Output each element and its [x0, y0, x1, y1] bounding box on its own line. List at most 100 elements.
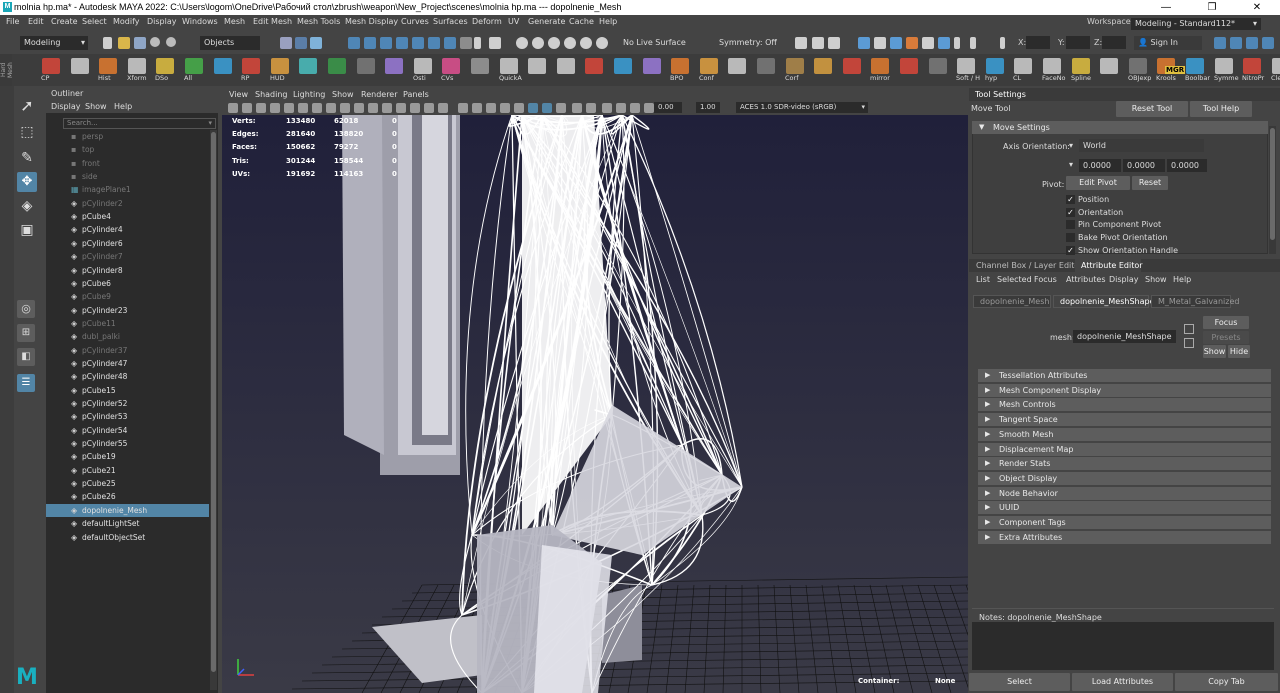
move-settings-header[interactable]: ▼ Move Settings [972, 121, 1268, 134]
live-surface-field[interactable]: No Live Surface [619, 36, 703, 50]
show-button[interactable]: Show [1203, 345, 1226, 358]
input-ops-icon[interactable] [795, 37, 807, 49]
menu-mesh[interactable]: Mesh [224, 17, 245, 26]
viewport-menu-renderer[interactable]: Renderer [361, 90, 398, 99]
shelf-tool-icon[interactable] [185, 58, 203, 74]
open-scene-icon[interactable] [118, 37, 130, 49]
outliner-item[interactable]: ◈ pCylinder47 [46, 357, 209, 370]
ae-section-header[interactable]: ▶ Tangent Space [978, 413, 1271, 427]
viewport-menu-show[interactable]: Show [332, 90, 354, 99]
shelf-tool-icon[interactable] [500, 58, 518, 74]
shelf-tool-icon[interactable] [271, 58, 289, 74]
mesh-name-field[interactable]: dopolnenie_MeshShape [1073, 330, 1176, 343]
outliner-item[interactable]: ◈ pCube21 [46, 464, 209, 477]
ae-menu-item[interactable]: Focus [1034, 275, 1057, 284]
outliner-scrollbar[interactable] [210, 130, 217, 690]
shelf-tool-icon[interactable] [299, 58, 317, 74]
outliner-item[interactable]: ◈ pCylinder54 [46, 424, 209, 437]
menu-file[interactable]: File [6, 17, 19, 26]
ae-section-header[interactable]: ▶ Mesh Component Display [978, 383, 1271, 397]
x-field[interactable] [1026, 36, 1050, 49]
viewport-tool-icon[interactable] [312, 103, 322, 113]
outliner-item[interactable]: ◈ pCylinder23 [46, 304, 209, 317]
shelf-tool-icon[interactable] [1215, 58, 1233, 74]
viewport-tool-icon[interactable] [256, 103, 266, 113]
snap-surface-icon[interactable] [412, 37, 424, 49]
outliner-item[interactable]: ◈ pCylinder4 [46, 223, 209, 236]
snap-point-icon[interactable] [380, 37, 392, 49]
shelf-tool-icon[interactable] [585, 58, 603, 74]
outliner-item[interactable]: ▪ persp [46, 130, 209, 143]
viewport-tool-icon[interactable] [326, 103, 336, 113]
viewport-tool-icon[interactable] [284, 103, 294, 113]
menu-cache[interactable]: Cache [569, 17, 594, 26]
outliner-item[interactable]: ◈ pCylinder48 [46, 370, 209, 383]
shelf-tool-icon[interactable] [71, 58, 89, 74]
viewport-tool-icon[interactable] [556, 103, 566, 113]
outliner-item[interactable]: ▦ imagePlane1 [46, 183, 209, 196]
outliner-item[interactable]: ◈ dopolnenie_Mesh [46, 503, 209, 517]
viewport-tool-icon[interactable] [542, 103, 552, 113]
viewport-tool-icon[interactable] [616, 103, 626, 113]
shelf-tab-label[interactable]: Hard Mesh [0, 54, 14, 86]
outliner-item[interactable]: ◈ pCylinder53 [46, 410, 209, 423]
shelf-tool-icon[interactable] [1014, 58, 1032, 74]
shelf-tool-icon[interactable] [929, 58, 947, 74]
select-tool-icon[interactable]: ➚ [17, 96, 37, 116]
shelf-tool-icon[interactable] [814, 58, 832, 74]
shelf-tool-icon[interactable] [1100, 58, 1118, 74]
outliner-item[interactable]: ◈ pCylinder7 [46, 250, 209, 263]
ae-section-header[interactable]: ▶ Smooth Mesh [978, 427, 1271, 441]
option-checkbox[interactable]: ✓ [1066, 195, 1075, 204]
menu-windows[interactable]: Windows [182, 17, 218, 26]
snap-grid-icon[interactable] [348, 37, 360, 49]
ae-node-tab[interactable]: dopolnenie_Mesh [973, 295, 1051, 308]
hide-button[interactable]: Hide [1228, 345, 1250, 358]
shelf-tool-icon[interactable] [471, 58, 489, 74]
outliner-search-input[interactable]: Search... ▾ [63, 118, 216, 129]
copy-tab-button[interactable]: Copy Tab [1175, 673, 1278, 691]
ae-menu-item[interactable]: Selected [997, 275, 1032, 284]
viewport-tool-icon[interactable] [438, 103, 448, 113]
ae-menu-item[interactable]: Attributes [1066, 275, 1106, 284]
make-live-icon[interactable] [444, 37, 456, 49]
viewport-tool-icon[interactable] [382, 103, 392, 113]
hypershade-icon[interactable] [890, 37, 902, 49]
viewport-tool-icon[interactable] [458, 103, 468, 113]
menu-edit[interactable]: Edit [28, 17, 44, 26]
menu-create[interactable]: Create [51, 17, 78, 26]
shelf-tool-icon[interactable] [900, 58, 918, 74]
single-perspective-layout-icon[interactable]: ◎ [17, 300, 35, 318]
viewport-tool-icon[interactable] [630, 103, 640, 113]
outliner-item[interactable]: ◈ pCylinder37 [46, 344, 209, 357]
outliner-item[interactable]: ◈ pCube15 [46, 384, 209, 397]
menu-mesh-tools[interactable]: Mesh Tools [297, 17, 340, 26]
outliner-item[interactable]: ▪ top [46, 143, 209, 156]
menu-edit-mesh[interactable]: Edit Mesh [253, 17, 292, 26]
viewport-tool-icon[interactable] [242, 103, 252, 113]
channel-box-icon[interactable] [1262, 37, 1274, 49]
xform-mode-icon[interactable] [1000, 37, 1005, 49]
select-mode-select[interactable]: Objects [200, 36, 260, 50]
viewport-tool-icon[interactable] [514, 103, 524, 113]
shelf-tool-icon[interactable] [1272, 58, 1280, 74]
shelf-tool-icon[interactable] [1043, 58, 1061, 74]
shelf-tool-icon[interactable] [1243, 58, 1261, 74]
z-field[interactable] [1102, 36, 1126, 49]
shelf-tool-icon[interactable] [843, 58, 861, 74]
pause2-icon[interactable] [970, 37, 976, 49]
outliner-item[interactable]: ◈ defaultLightSet [46, 517, 209, 530]
magnet-icon[interactable] [460, 37, 472, 49]
minimize-button[interactable]: — [1143, 0, 1189, 15]
ae-section-header[interactable]: ▶ Mesh Controls [978, 398, 1271, 412]
notes-textarea[interactable] [972, 622, 1274, 670]
menu-curves[interactable]: Curves [401, 17, 429, 26]
snap-settings-icon[interactable] [580, 37, 592, 49]
shelf-tool-icon[interactable] [614, 58, 632, 74]
shelf-tool-icon[interactable] [42, 58, 60, 74]
load-attributes-button[interactable]: Load Attributes [1072, 673, 1173, 691]
outliner-item[interactable]: ◈ pCylinder6 [46, 237, 209, 250]
redo-icon[interactable] [166, 37, 176, 47]
reset-tool-button[interactable]: Reset Tool [1116, 101, 1188, 117]
ae-menu-item[interactable]: Display [1109, 275, 1139, 284]
